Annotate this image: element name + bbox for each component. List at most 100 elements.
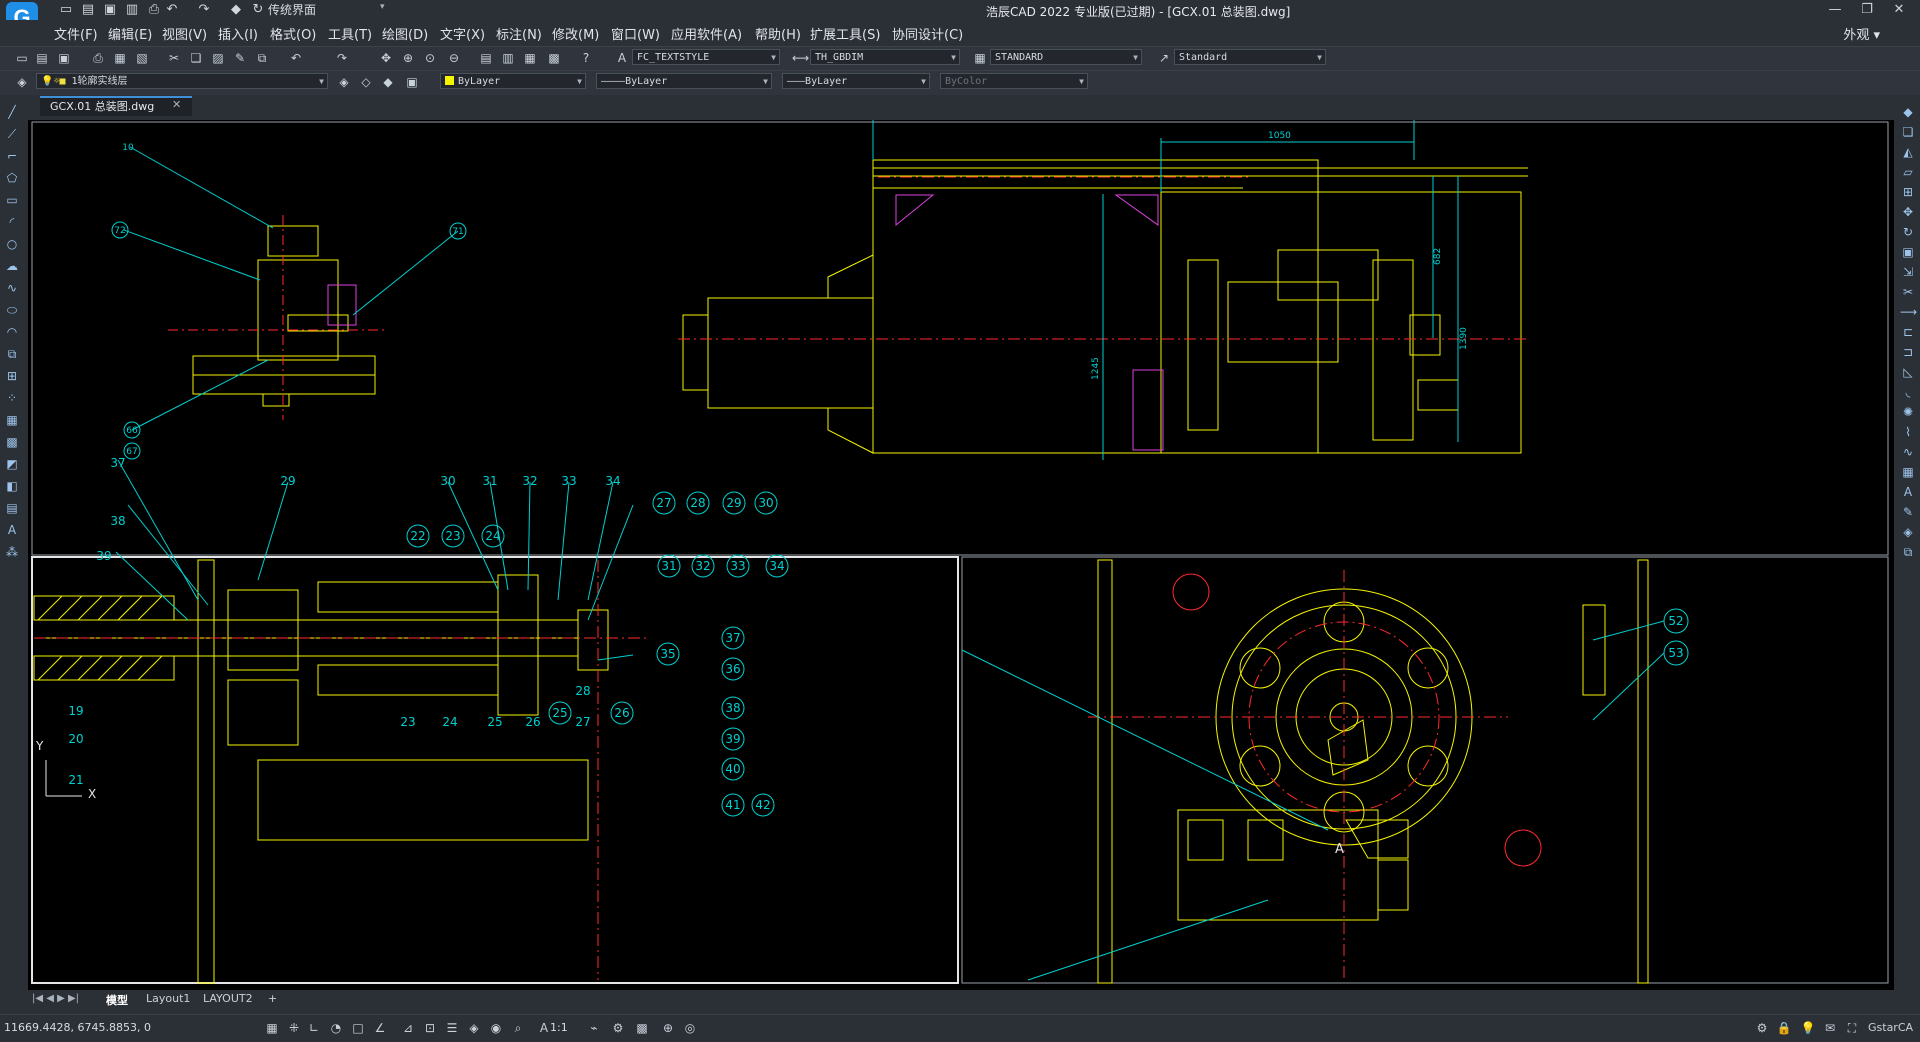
ellipse-icon[interactable]: ⬭ xyxy=(4,302,20,318)
new-icon[interactable]: ▭ xyxy=(14,50,30,66)
tab-add-layout[interactable]: + xyxy=(268,992,277,1005)
text-style-icon[interactable]: A xyxy=(614,50,630,66)
zoom-realtime-icon[interactable]: ⊕ xyxy=(400,50,416,66)
copy-object-icon[interactable]: ❏ xyxy=(1900,124,1916,140)
menu-view[interactable]: 视图(V) xyxy=(162,24,207,43)
open-file-icon[interactable]: ▤ xyxy=(80,2,96,18)
publish-icon[interactable]: ▧ xyxy=(134,50,150,66)
match-properties-icon[interactable]: ✎ xyxy=(232,50,248,66)
drawing-canvas[interactable]: 10 72 71 66 67 1050 682 1390 1245 37 38 … xyxy=(28,120,1894,990)
coordinate-readout[interactable]: 11669.4428, 6745.8853, 0 xyxy=(4,1021,151,1034)
appearance-menu[interactable]: 外观 ▾ xyxy=(1843,24,1880,43)
dim-style-icon[interactable]: ⟷ xyxy=(792,50,809,66)
tab-model[interactable]: 模型 xyxy=(106,992,128,1008)
region-icon[interactable]: ◩ xyxy=(4,456,20,472)
fullscreen-icon[interactable]: ⛶ xyxy=(1844,1020,1860,1036)
polar-icon[interactable]: ◔ xyxy=(328,1020,344,1036)
menu-text[interactable]: 文字(X) xyxy=(440,24,485,43)
minimize-icon[interactable]: — xyxy=(1820,1,1850,19)
hatch-icon[interactable]: ▦ xyxy=(4,412,20,428)
close-icon[interactable]: ✕ xyxy=(1884,1,1914,19)
save-as-icon[interactable]: ▥ xyxy=(124,2,140,18)
zoom-window-icon[interactable]: ⊙ xyxy=(422,50,438,66)
array-icon[interactable]: ⊞ xyxy=(1900,184,1916,200)
join-icon[interactable]: ⊐ xyxy=(1900,344,1916,360)
workspace-selector[interactable]: 传统界面 xyxy=(268,1,316,18)
copy-icon[interactable]: ❏ xyxy=(188,50,204,66)
multileader-style-select[interactable]: Standard ▼ xyxy=(1174,49,1326,65)
selection-cycling-icon[interactable]: ◉ xyxy=(488,1020,504,1036)
make-block-icon[interactable]: ⊞ xyxy=(4,368,20,384)
calculator-icon[interactable]: ▩ xyxy=(546,50,562,66)
menu-window[interactable]: 窗口(W) xyxy=(611,24,660,43)
tool-palettes-icon[interactable]: ▦ xyxy=(522,50,538,66)
lineweight-icon[interactable]: ☰ xyxy=(444,1020,460,1036)
dim-style-select[interactable]: TH_GBDIM ▼ xyxy=(810,49,960,65)
layer-states-icon[interactable]: ◆ xyxy=(380,74,396,90)
ellipse-arc-icon[interactable]: ◠ xyxy=(4,324,20,340)
polyline-icon[interactable]: ⌐ xyxy=(4,148,20,164)
auto-scale-icon[interactable]: ⌁ xyxy=(586,1020,602,1036)
dyn-icon[interactable]: ⊡ xyxy=(422,1020,438,1036)
rectangle-icon[interactable]: ▭ xyxy=(4,192,20,208)
mtext-icon[interactable]: A xyxy=(4,522,20,538)
layer-select[interactable]: 💡☼■ 1轮廓实线层 ▼ xyxy=(36,73,328,89)
document-tab[interactable]: GCX.01 总装图.dwg xyxy=(40,96,192,116)
lineweight-select[interactable]: ———ByLayer ▼ xyxy=(782,73,930,89)
scale-icon[interactable]: ▣ xyxy=(1900,244,1916,260)
table-icon[interactable]: ▤ xyxy=(4,500,20,516)
menu-edit[interactable]: 编辑(E) xyxy=(108,24,152,43)
spline-icon[interactable]: ∿ xyxy=(4,280,20,296)
layer-previous-icon[interactable]: ◇ xyxy=(358,74,374,90)
save-icon-tb[interactable]: ▣ xyxy=(56,50,72,66)
viewport-bottom-right[interactable] xyxy=(961,556,1889,984)
viewport-bottom-left[interactable] xyxy=(31,556,959,984)
edit-text-icon[interactable]: A xyxy=(1900,484,1916,500)
menu-dimension[interactable]: 标注(N) xyxy=(496,24,542,43)
revision-cloud-icon[interactable]: ☁ xyxy=(4,258,20,274)
properties-match-icon[interactable]: ✎ xyxy=(1900,504,1916,520)
table-style-icon[interactable]: ▦ xyxy=(972,50,988,66)
zoom-previous-icon[interactable]: ⊖ xyxy=(446,50,462,66)
maximize-icon[interactable]: ❐ xyxy=(1852,1,1882,19)
stretch-icon[interactable]: ⇲ xyxy=(1900,264,1916,280)
text-style-select[interactable]: FC_TEXTSTYLE ▼ xyxy=(632,49,780,65)
layer-walk-icon[interactable]: ◈ xyxy=(1900,524,1916,540)
workspace-switch-icon[interactable]: ⚙ xyxy=(610,1020,626,1036)
circle-icon[interactable]: ○ xyxy=(4,236,20,252)
open-icon[interactable]: ▤ xyxy=(34,50,50,66)
menu-format[interactable]: 格式(O) xyxy=(270,24,316,43)
add-selected-icon[interactable]: ⁂ xyxy=(4,544,20,560)
menu-extensions[interactable]: 扩展工具(S) xyxy=(810,24,880,43)
point-icon[interactable]: ⁘ xyxy=(4,390,20,406)
color-select[interactable]: ByLayer ▼ xyxy=(440,73,586,89)
notifications-icon[interactable]: ✉ xyxy=(1822,1020,1838,1036)
undo-icon-tb[interactable]: ↶ xyxy=(288,50,304,66)
construction-line-icon[interactable]: ⟋ xyxy=(4,126,20,142)
paste-icon[interactable]: ▨ xyxy=(210,50,226,66)
otrack-icon[interactable]: ∠ xyxy=(372,1020,388,1036)
drawing-svg[interactable]: 10 72 71 66 67 1050 682 1390 1245 37 38 … xyxy=(28,120,1894,990)
design-center-icon[interactable]: ▥ xyxy=(500,50,516,66)
snap-icon[interactable]: ⁜ xyxy=(286,1020,302,1036)
close-tab-icon[interactable]: ✕ xyxy=(172,98,181,111)
rotate-icon[interactable]: ↻ xyxy=(1900,224,1916,240)
plotstyle-select[interactable]: ByColor ▼ xyxy=(940,73,1088,89)
arc-icon[interactable]: ◜ xyxy=(4,214,20,230)
grid-icon[interactable]: ▦ xyxy=(264,1020,280,1036)
layer-manager-icon[interactable]: ◈ xyxy=(14,74,30,90)
offset-icon[interactable]: ▱ xyxy=(1900,164,1916,180)
chamfer-icon[interactable]: ◺ xyxy=(1900,364,1916,380)
break-icon[interactable]: ⊏ xyxy=(1900,324,1916,340)
menu-insert[interactable]: 插入(I) xyxy=(218,24,258,43)
menu-tools[interactable]: 工具(T) xyxy=(328,24,372,43)
annotation-visibility-icon[interactable]: ⌕ xyxy=(510,1020,526,1036)
move-icon[interactable]: ✥ xyxy=(1900,204,1916,220)
redo-icon-tb[interactable]: ↷ xyxy=(334,50,350,66)
menu-draw[interactable]: 绘图(D) xyxy=(382,24,428,43)
erase-icon[interactable]: ◆ xyxy=(1900,104,1916,120)
extend-icon[interactable]: ⟶ xyxy=(1900,304,1917,320)
settings-icon[interactable]: ⚙ xyxy=(1754,1020,1770,1036)
wipeout-icon[interactable]: ◧ xyxy=(4,478,20,494)
linetype-select[interactable]: ————ByLayer ▼ xyxy=(596,73,772,89)
